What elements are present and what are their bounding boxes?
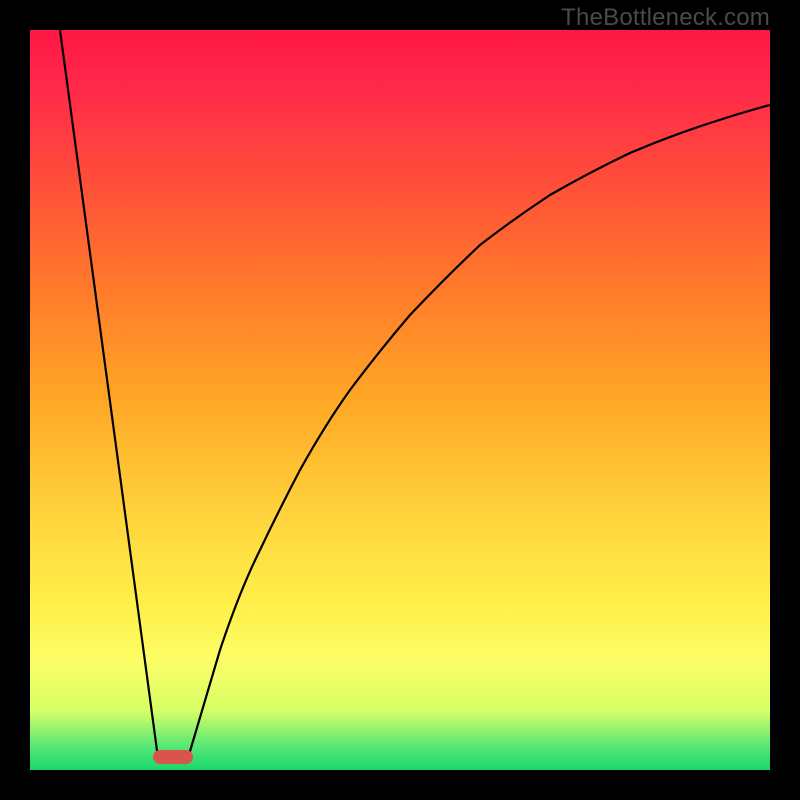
hotspot-marker [153, 750, 193, 764]
plot-area [30, 30, 770, 770]
chart-frame: TheBottleneck.com [0, 0, 800, 800]
attribution-text: TheBottleneck.com [561, 4, 770, 32]
data-curve [30, 30, 770, 770]
left-line-path [60, 30, 158, 758]
right-curve-path [188, 105, 770, 758]
